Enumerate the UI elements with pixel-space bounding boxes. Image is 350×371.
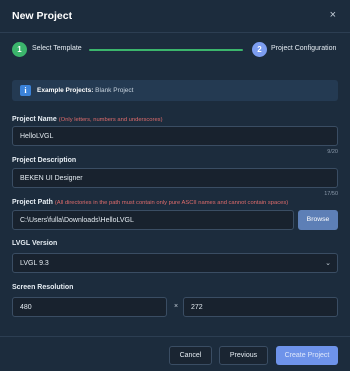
new-project-dialog: New Project × 1 Select Template 2 Projec… [0,0,350,371]
project-path-input[interactable]: C:\Users\fulla\Downloads\HelloLVGL [12,210,294,230]
project-name-label: Project Name (Only letters, numbers and u… [12,116,163,123]
project-name-input[interactable]: HelloLVGL [12,126,338,146]
lvgl-version-select[interactable]: LVGL 9.3 ⌄ [12,253,338,273]
project-path-hint: (All directories in the path must contai… [54,200,289,206]
example-projects-prefix: Example Projects: [37,87,94,94]
info-icon: i [20,85,31,96]
create-project-button[interactable]: Create Project [276,346,338,365]
project-path-label-text: Project Path [12,199,53,206]
project-name-counter: 9/20 [327,149,338,155]
wizard-stepper: 1 Select Template 2 Project Configuratio… [0,33,350,67]
dialog-header: New Project × [0,0,350,33]
resolution-separator: × [174,303,179,310]
example-projects-text: Example Projects: Blank Project [37,87,133,94]
chevron-down-icon: ⌄ [325,260,331,267]
lvgl-version-label: LVGL Version [12,240,58,247]
step-1-label: Select Template [32,45,82,52]
step-progress-line [89,49,243,51]
project-description-input[interactable]: BEKEN UI Designer [12,168,338,188]
step-1-indicator: 1 [12,42,27,57]
project-description-label: Project Description [12,157,77,164]
browse-button[interactable]: Browse [298,210,338,230]
example-projects-value: Blank Project [95,87,134,94]
lvgl-version-selected: LVGL 9.3 [20,260,49,267]
step-2-indicator: 2 [252,42,267,57]
resolution-width-input[interactable]: 480 [12,297,167,317]
dialog-footer: Cancel Previous Create Project [0,336,350,371]
step-2-label: Project Configuration [271,45,337,52]
dialog-title: New Project [12,10,73,22]
example-projects-banner: i Example Projects: Blank Project [12,80,338,101]
project-path-label: Project Path (All directories in the path… [12,199,288,206]
previous-button[interactable]: Previous [219,346,268,365]
cancel-button[interactable]: Cancel [169,346,212,365]
project-description-counter: 17/50 [324,191,338,197]
project-name-label-text: Project Name [12,116,57,123]
project-name-hint: (Only letters, numbers and underscores) [58,117,163,123]
screen-resolution-label: Screen Resolution [12,284,74,291]
resolution-height-input[interactable]: 272 [183,297,338,317]
close-icon[interactable]: × [330,9,336,21]
